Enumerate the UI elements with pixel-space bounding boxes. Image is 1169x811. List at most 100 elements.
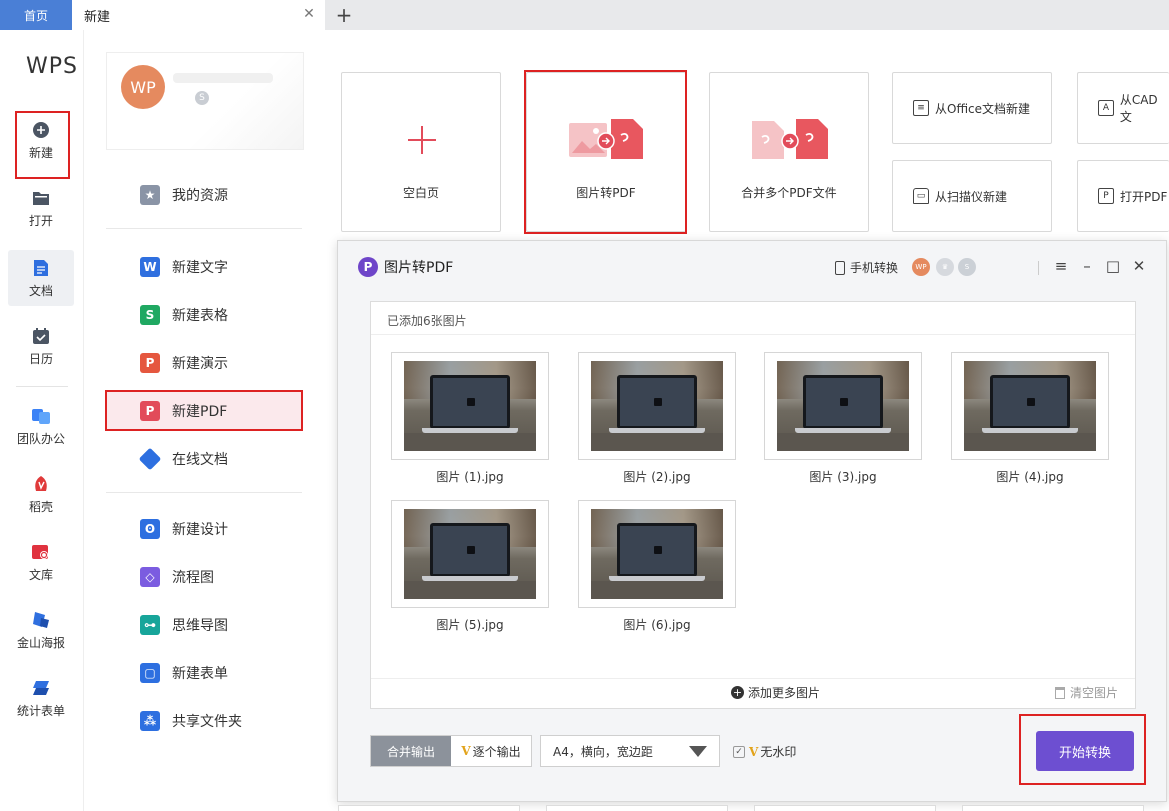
menu-label: 共享文件夹 [172,714,242,730]
card-stub [962,805,1144,811]
nav-team[interactable]: 团队办公 [8,398,74,454]
output-mode-toggle: 合并输出 V 逐个输出 [370,735,532,767]
team-icon [31,406,51,426]
menu-label: 流程图 [172,570,214,586]
from-office-card[interactable]: ≡ 从Office文档新建 [892,72,1052,144]
blank-page-card[interactable]: 空白页 [341,72,501,232]
menu-divider [106,228,302,229]
laptop-photo [591,361,723,451]
nav-calendar[interactable]: 日历 [8,318,74,374]
scanner-icon: ▭ [913,188,929,204]
from-scanner-card[interactable]: ▭ 从扫描仪新建 [892,160,1052,232]
dropdown-caret-icon [689,746,707,757]
card-stub [546,805,728,811]
clear-images-button[interactable]: 清空图片 [1055,684,1118,701]
menu-my-resources[interactable]: ★ 我的资源 [106,176,302,214]
laptop-photo [777,361,909,451]
open-pdf-icon: P [1098,188,1114,204]
slides-icon: P [140,353,160,373]
menu-new-writer[interactable]: W 新建文字 [106,248,302,286]
nav-label: 日历 [28,351,53,366]
menu-shared-folder[interactable]: ⁂ 共享文件夹 [106,702,302,740]
add-more-label: 添加更多图片 [748,686,821,700]
nav-label: 团队办公 [16,431,65,446]
page-setting-select[interactable]: A4，横向，宽边距 [540,735,720,767]
tab-home[interactable]: 首页 [0,0,72,30]
no-watermark-option[interactable]: ✓ V 无水印 [733,743,796,760]
single-output-label: 逐个输出 [472,744,521,759]
image-filename: 图片 (2).jpg [623,470,691,484]
card-label: 从CAD文 [1119,93,1158,124]
image-thumb[interactable] [391,352,549,460]
nav-library[interactable]: 文库 [8,534,74,590]
highlight-nav-new [15,111,70,179]
checkbox-icon[interactable]: ✓ [733,745,745,758]
library-icon [31,542,51,562]
minimize-icon[interactable]: – [1076,255,1098,277]
menu-new-design[interactable]: ʘ 新建设计 [106,510,302,548]
tab-bar: 首页 新建 ✕ + [0,0,1169,30]
maximize-icon[interactable]: □ [1102,255,1124,277]
menu-flowchart[interactable]: ◇ 流程图 [106,558,302,596]
nav-docer[interactable]: 稻壳 [8,466,74,522]
image-thumb[interactable] [764,352,922,460]
highlight-image-to-pdf [524,70,687,234]
panel-divider [371,678,1135,679]
menu-label: 新建文字 [172,260,228,276]
card-label: 从Office文档新建 [935,101,1031,116]
single-output-button[interactable]: V 逐个输出 [451,736,531,766]
merge-output-button[interactable]: 合并输出 [371,736,451,766]
wps-logo: WPS [26,54,78,79]
form-new-icon: ▢ [140,663,160,683]
star-icon: ★ [140,185,160,205]
dialog-title-text: 图片转PDF [384,260,454,276]
add-more-images-button[interactable]: + 添加更多图片 [731,684,820,701]
nav-label: 文档 [28,283,53,298]
highlight-start-button [1019,714,1146,785]
menu-online-doc[interactable]: 在线文档 [106,440,302,478]
merge-pdf-card[interactable]: 合并多个PDF文件 [709,72,869,232]
word-icon: W [140,257,160,277]
close-icon[interactable]: ✕ [1128,255,1150,277]
shared-folder-icon: ⁂ [140,711,160,731]
plus-circle-icon: + [731,686,744,699]
vip-badge-icon: ♛ [936,258,954,276]
merge-pdf-icon [752,119,828,159]
nav-label: 统计表单 [16,703,65,718]
close-icon[interactable]: ✕ [301,6,317,22]
tab-new[interactable]: 新建 ✕ [72,0,325,30]
phone-convert-button[interactable]: 手机转换 [835,259,898,276]
nav-label: 金山海报 [16,635,65,650]
nav-open[interactable]: 打开 [8,180,74,236]
menu-new-sheet[interactable]: S 新建表格 [106,296,302,334]
nav-stat-form[interactable]: 统计表单 [8,670,74,726]
menu-new-slides[interactable]: P 新建演示 [106,344,302,382]
nav-documents[interactable]: 文档 [8,250,74,306]
title-divider [1038,261,1039,275]
poster-icon [31,610,51,630]
from-cad-card[interactable]: A 从CAD文 [1077,72,1169,144]
trash-icon [1055,686,1065,699]
menu-new-form[interactable]: ▢ 新建表单 [106,654,302,692]
nav-label: 打开 [28,213,53,228]
user-card[interactable]: WP S [106,52,304,150]
image-thumb[interactable] [391,500,549,608]
nav-divider [16,386,68,387]
menu-icon[interactable]: ≡ [1050,255,1072,277]
plus-icon [408,126,436,154]
docer-icon [31,474,51,494]
menu-label: 我的资源 [172,188,228,204]
menu-label: 思维导图 [172,618,228,634]
open-pdf-card[interactable]: P 打开PDF [1077,160,1169,232]
avatar-small[interactable]: WP [912,258,930,276]
image-filename: 图片 (3).jpg [809,470,877,484]
vip-icon: V [461,744,471,758]
nav-poster[interactable]: 金山海报 [8,602,74,658]
menu-mindmap[interactable]: ⊶ 思维导图 [106,606,302,644]
add-tab-button[interactable]: + [333,3,355,27]
image-thumb[interactable] [578,352,736,460]
image-thumb[interactable] [578,500,736,608]
pdf-logo-icon: P [358,257,378,277]
image-thumb[interactable] [951,352,1109,460]
phone-icon [835,260,845,275]
